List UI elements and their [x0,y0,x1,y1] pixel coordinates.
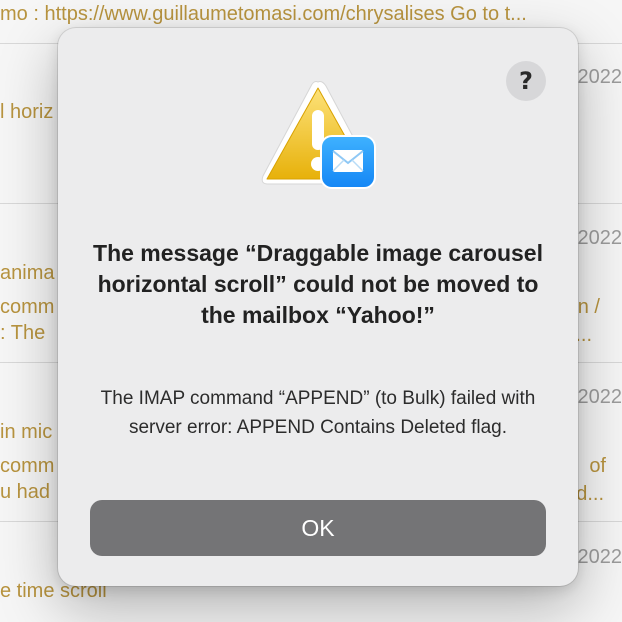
list-item-preview: mo : https://www.guillaumetomasi.com/chr… [0,3,527,25]
list-item-preview: of [589,455,606,477]
dialog-message: The IMAP command “APPEND” (to Bulk) fail… [100,388,536,438]
help-button[interactable]: ? [506,61,546,101]
list-item-preview: comm [0,455,55,477]
list-item-subject: l horiz [0,101,54,123]
list-item-date: 2022 [577,227,622,249]
list-item-preview: comm [0,296,55,318]
ok-button[interactable]: OK [90,500,546,556]
list-item-preview: n / [577,296,600,318]
ok-button-label: OK [301,514,335,541]
list-item-date: 2022 [577,546,622,568]
help-label: ? [519,67,533,95]
list-item-preview: u had [0,481,51,503]
list-item-date: 2022 [577,66,622,88]
list-item-date: 2022 [577,386,622,408]
list-item-preview: : The [0,322,46,344]
dialog-title: The message “Draggable image carousel ho… [93,240,543,328]
caution-mail-icon [256,76,381,196]
list-item-subject: anima [0,262,55,284]
alert-dialog: ? The message “Draggable image carousel … [58,28,578,586]
list-item-subject: in mic [0,421,53,443]
